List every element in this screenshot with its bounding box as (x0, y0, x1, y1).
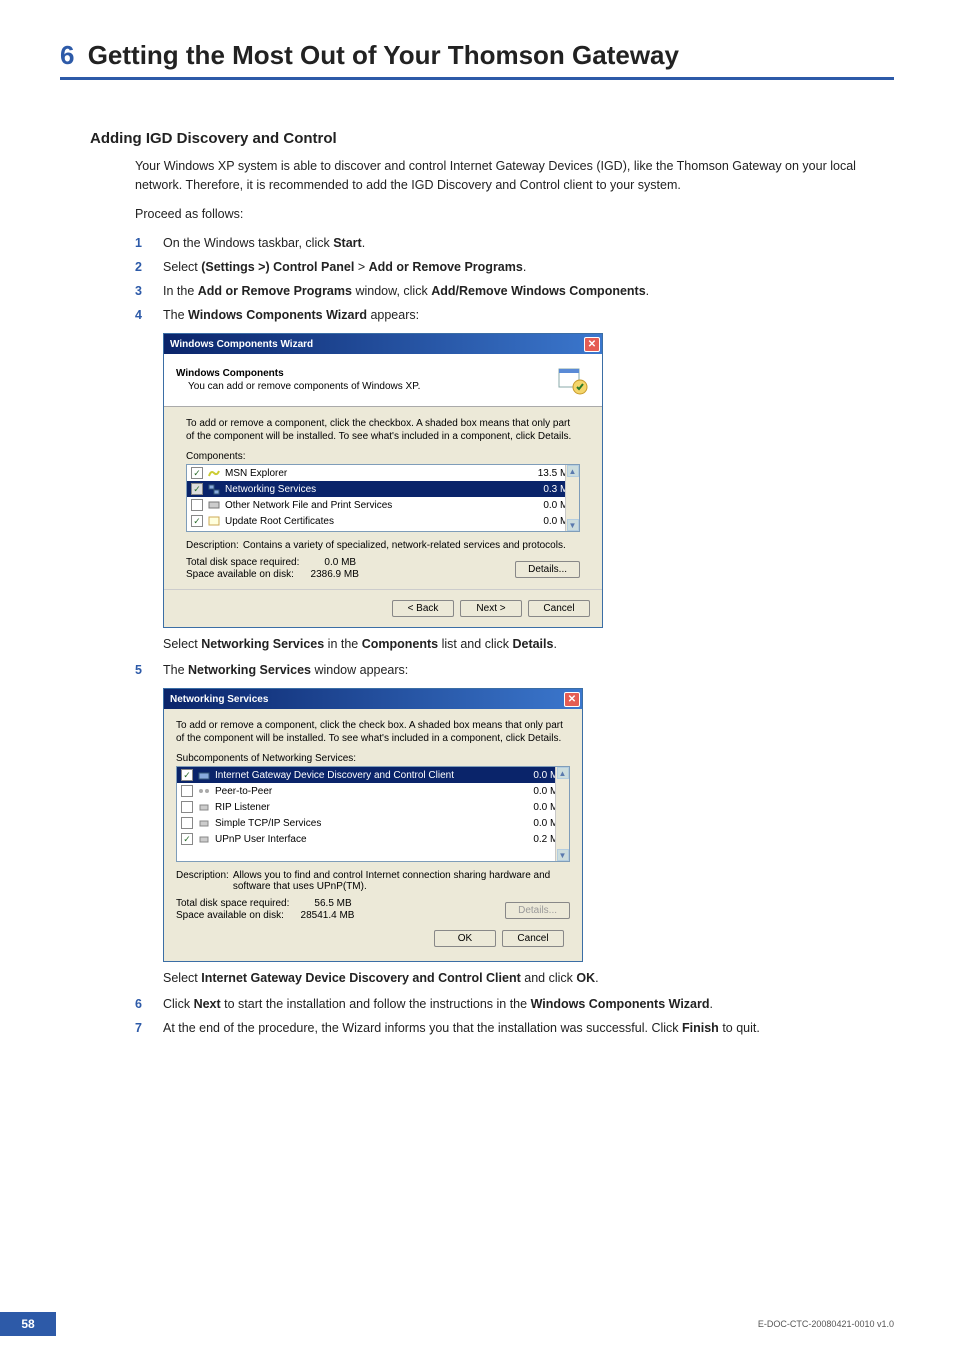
checkbox-icon[interactable]: ✓ (191, 467, 203, 479)
network-icon (207, 482, 221, 496)
close-icon[interactable]: ✕ (584, 337, 600, 352)
subcomponent-label: Internet Gateway Device Discovery and Co… (215, 770, 454, 781)
step-number: 4 (135, 305, 149, 325)
subcomponent-row[interactable]: Simple TCP/IP Services 0.0 MB (177, 815, 569, 831)
component-label: Update Root Certificates (225, 516, 334, 527)
component-label: MSN Explorer (225, 468, 287, 479)
component-label: Networking Services (225, 484, 316, 495)
dialog-titlebar: Networking Services ✕ (164, 689, 582, 709)
subcomponent-label: Simple TCP/IP Services (215, 818, 321, 829)
subcomponents-list[interactable]: ✓ Internet Gateway Device Discovery and … (176, 766, 570, 862)
step-5-text: The Networking Services window appears: (163, 660, 894, 680)
step-number: 3 (135, 281, 149, 301)
step-6-text: Click Next to start the installation and… (163, 994, 894, 1014)
document-id: E-DOC-CTC-20080421-0010 v1.0 (758, 1319, 894, 1329)
step4-post-text: Select Networking Services in the Compon… (163, 634, 894, 654)
disk-info: Total disk space required: 56.5 MB Space… (176, 898, 354, 922)
checkbox-icon[interactable]: ✓ (191, 483, 203, 495)
step-2-text: Select (Settings >) Control Panel > Add … (163, 257, 894, 277)
steps-list-cont: 5 The Networking Services window appears… (135, 660, 894, 680)
steps-list-final: 6 Click Next to start the installation a… (135, 994, 894, 1038)
step-number: 7 (135, 1018, 149, 1038)
step-number: 6 (135, 994, 149, 1014)
disk-info: Total disk space required: 0.0 MB Space … (186, 557, 359, 581)
proceed-label: Proceed as follows: (135, 205, 894, 224)
close-icon[interactable]: ✕ (564, 692, 580, 707)
dialog-titlebar: Windows Components Wizard ✕ (164, 334, 602, 354)
msn-icon (207, 466, 221, 480)
steps-list: 1 On the Windows taskbar, click Start. 2… (135, 233, 894, 325)
step-number: 5 (135, 660, 149, 680)
scroll-down-icon[interactable]: ▼ (567, 519, 579, 531)
wizard-header: Windows Components You can add or remove… (164, 354, 602, 407)
cancel-button[interactable]: Cancel (502, 930, 564, 947)
step-1-text: On the Windows taskbar, click Start. (163, 233, 894, 253)
windows-components-wizard-dialog: Windows Components Wizard ✕ Windows Comp… (163, 333, 603, 628)
wizard-heading: Windows Components (176, 368, 420, 379)
chapter-title: 6 Getting the Most Out of Your Thomson G… (60, 40, 894, 80)
rip-icon (197, 800, 211, 814)
component-label: Other Network File and Print Services (225, 500, 392, 511)
subcomponent-label: Peer-to-Peer (215, 786, 272, 797)
wizard-icon (554, 362, 590, 398)
printer-icon (207, 498, 221, 512)
subcomponent-label: UPnP User Interface (215, 834, 307, 845)
scrollbar[interactable]: ▲ ▼ (555, 767, 569, 861)
scroll-down-icon[interactable]: ▼ (557, 849, 569, 861)
dialog-description: To add or remove a component, click the … (176, 719, 570, 745)
back-button[interactable]: < Back (392, 600, 454, 617)
checkbox-icon[interactable] (181, 817, 193, 829)
subcomponent-row[interactable]: Peer-to-Peer 0.0 MB (177, 783, 569, 799)
wizard-description: To add or remove a component, click the … (186, 417, 580, 443)
dialog-title: Networking Services (170, 694, 268, 705)
chapter-number: 6 (60, 40, 74, 70)
component-row[interactable]: ✓ MSN Explorer 13.5 MB (187, 465, 579, 481)
p2p-icon (197, 784, 211, 798)
wizard-subheading: You can add or remove components of Wind… (188, 381, 420, 392)
next-button[interactable]: Next > (460, 600, 522, 617)
components-list[interactable]: ✓ MSN Explorer 13.5 MB ✓ Networking Serv… (186, 464, 580, 532)
subcomponent-label: RIP Listener (215, 802, 270, 813)
checkbox-icon[interactable] (181, 801, 193, 813)
subcomponent-row[interactable]: ✓ UPnP User Interface 0.2 MB (177, 831, 569, 847)
description-line: Description: Allows you to find and cont… (176, 870, 570, 892)
description-line: Description: Contains a variety of speci… (186, 540, 580, 551)
dialog-title: Windows Components Wizard (170, 339, 313, 350)
checkbox-icon[interactable]: ✓ (181, 769, 193, 781)
upnp-icon (197, 832, 211, 846)
page-number: 58 (0, 1312, 56, 1336)
scroll-up-icon[interactable]: ▲ (557, 767, 569, 779)
scroll-up-icon[interactable]: ▲ (567, 465, 579, 477)
subcomponents-label: Subcomponents of Networking Services: (176, 753, 570, 764)
component-row[interactable]: Other Network File and Print Services 0.… (187, 497, 579, 513)
step-4-text: The Windows Components Wizard appears: (163, 305, 894, 325)
step-7-text: At the end of the procedure, the Wizard … (163, 1018, 894, 1038)
details-button: Details... (505, 902, 570, 919)
tcpip-icon (197, 816, 211, 830)
networking-services-dialog: Networking Services ✕ To add or remove a… (163, 688, 583, 962)
subcomponent-row[interactable]: RIP Listener 0.0 MB (177, 799, 569, 815)
components-label: Components: (186, 451, 580, 462)
step5-post-text: Select Internet Gateway Device Discovery… (163, 968, 894, 988)
cancel-button[interactable]: Cancel (528, 600, 590, 617)
ok-button[interactable]: OK (434, 930, 496, 947)
component-row[interactable]: ✓ Networking Services 0.3 MB (187, 481, 579, 497)
igd-icon (197, 768, 211, 782)
step-number: 2 (135, 257, 149, 277)
checkbox-icon[interactable] (181, 785, 193, 797)
scrollbar[interactable]: ▲ ▼ (565, 465, 579, 531)
subcomponent-row[interactable]: ✓ Internet Gateway Device Discovery and … (177, 767, 569, 783)
checkbox-icon[interactable]: ✓ (181, 833, 193, 845)
chapter-text: Getting the Most Out of Your Thomson Gat… (80, 40, 679, 70)
section-heading: Adding IGD Discovery and Control (90, 130, 894, 147)
certificate-icon (207, 514, 221, 528)
page-footer: 58 E-DOC-CTC-20080421-0010 v1.0 (0, 1312, 954, 1336)
step-3-text: In the Add or Remove Programs window, cl… (163, 281, 894, 301)
checkbox-icon[interactable]: ✓ (191, 515, 203, 527)
section-intro: Your Windows XP system is able to discov… (135, 157, 894, 195)
component-row[interactable]: ✓ Update Root Certificates 0.0 MB (187, 513, 579, 529)
step-number: 1 (135, 233, 149, 253)
details-button[interactable]: Details... (515, 561, 580, 578)
checkbox-icon[interactable] (191, 499, 203, 511)
